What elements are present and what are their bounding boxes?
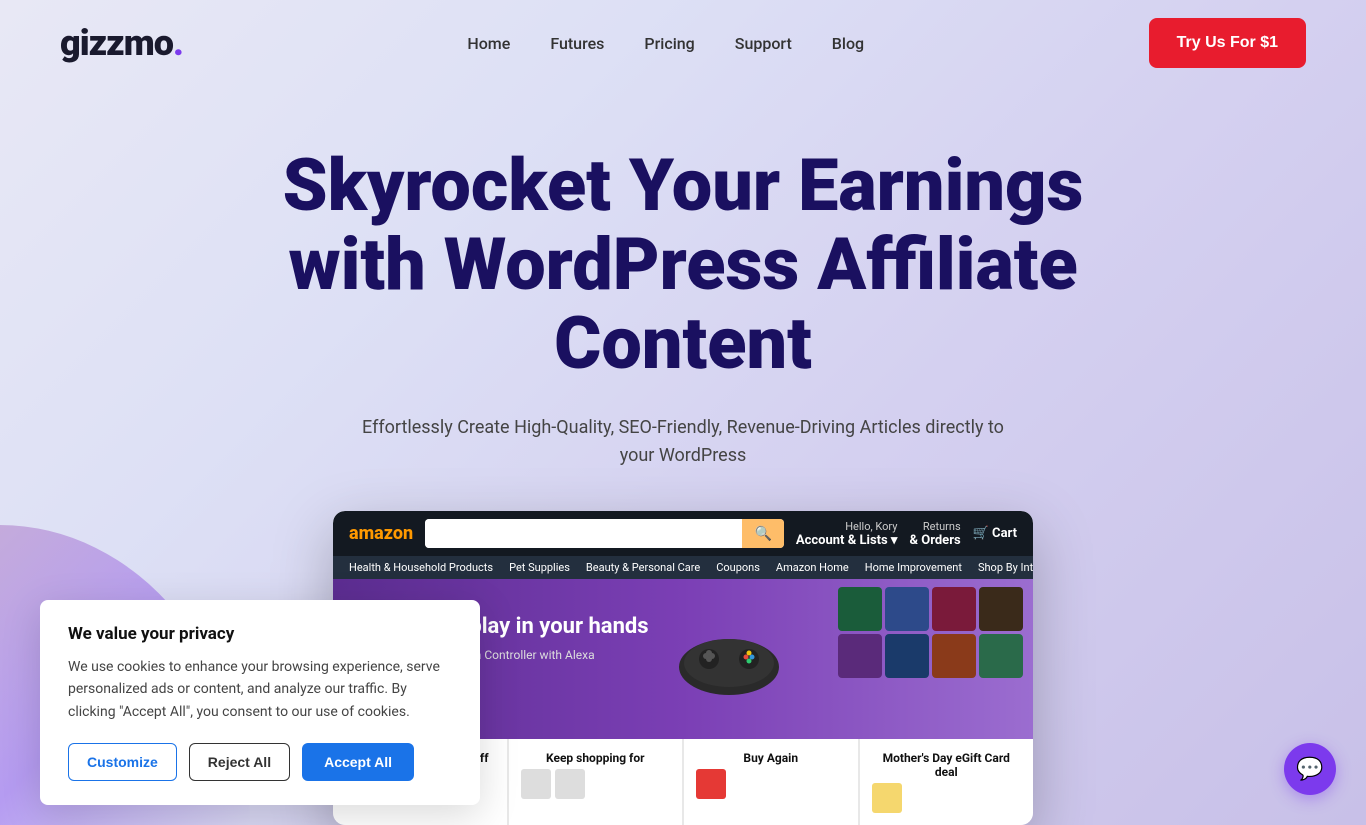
main-nav: Home Futures Pricing Support Blog bbox=[467, 34, 864, 53]
amazon-categories-bar: Health & Household Products Pet Supplies… bbox=[333, 556, 1033, 579]
bottom-card-1-heading: Keep shopping for bbox=[521, 751, 671, 765]
nav-home[interactable]: Home bbox=[467, 34, 510, 53]
cookie-buttons: Customize Reject All Accept All bbox=[68, 743, 452, 781]
cookie-banner: We value your privacy We use cookies to … bbox=[40, 600, 480, 805]
bottom-card-2: Buy Again bbox=[684, 739, 858, 825]
cookie-title: We value your privacy bbox=[68, 624, 452, 644]
bottom-card-3: Mother's Day eGift Card deal bbox=[860, 739, 1034, 825]
header: gizzmo. Home Futures Pricing Support Blo… bbox=[0, 0, 1366, 86]
amazon-search-btn[interactable]: 🔍 bbox=[742, 519, 783, 548]
controller-image bbox=[669, 609, 789, 709]
amazon-search-input[interactable] bbox=[425, 519, 742, 548]
bottom-card-2-heading: Buy Again bbox=[696, 751, 846, 765]
cookie-accept-button[interactable]: Accept All bbox=[302, 743, 414, 781]
nav-futures[interactable]: Futures bbox=[550, 34, 604, 53]
chat-icon: 💬 bbox=[1296, 757, 1323, 782]
cookie-body: We use cookies to enhance your browsing … bbox=[68, 656, 452, 723]
cat-pet[interactable]: Pet Supplies bbox=[509, 561, 570, 574]
logo[interactable]: gizzmo. bbox=[60, 22, 183, 64]
cat-health[interactable]: Health & Household Products bbox=[349, 561, 493, 574]
cookie-customize-button[interactable]: Customize bbox=[68, 743, 177, 781]
amazon-search: 🔍 bbox=[425, 519, 784, 548]
amazon-header: amazon 🔍 Hello, Kory Account & Lists ▾ R… bbox=[333, 511, 1033, 556]
cookie-reject-button[interactable]: Reject All bbox=[189, 743, 290, 781]
chat-widget[interactable]: 💬 bbox=[1284, 743, 1336, 795]
cat-coupons[interactable]: Coupons bbox=[716, 561, 760, 574]
amazon-account-nav: Hello, Kory Account & Lists ▾ bbox=[796, 520, 898, 548]
cat-home[interactable]: Amazon Home bbox=[776, 561, 849, 574]
cat-interest[interactable]: Shop By Interest bbox=[978, 561, 1033, 574]
hero-heading: Skyrocket Your Earnings with WordPress A… bbox=[233, 146, 1133, 384]
cat-beauty[interactable]: Beauty & Personal Care bbox=[586, 561, 700, 574]
amazon-cart-nav: 🛒 Cart bbox=[973, 526, 1017, 541]
amazon-logo: amazon bbox=[349, 523, 413, 544]
cat-improvement[interactable]: Home Improvement bbox=[865, 561, 962, 574]
logo-dot: . bbox=[173, 22, 183, 64]
amazon-orders-nav: Returns & Orders bbox=[909, 520, 960, 548]
nav-support[interactable]: Support bbox=[735, 34, 792, 53]
bottom-card-1: Keep shopping for bbox=[509, 739, 683, 825]
nav-pricing[interactable]: Pricing bbox=[644, 34, 694, 53]
bottom-card-3-heading: Mother's Day eGift Card deal bbox=[872, 751, 1022, 779]
try-us-button[interactable]: Try Us For $1 bbox=[1149, 18, 1306, 68]
hero-subheading: Effortlessly Create High-Quality, SEO-Fr… bbox=[343, 414, 1023, 472]
nav-blog[interactable]: Blog bbox=[832, 34, 864, 53]
logo-text: gizzmo bbox=[60, 22, 173, 64]
